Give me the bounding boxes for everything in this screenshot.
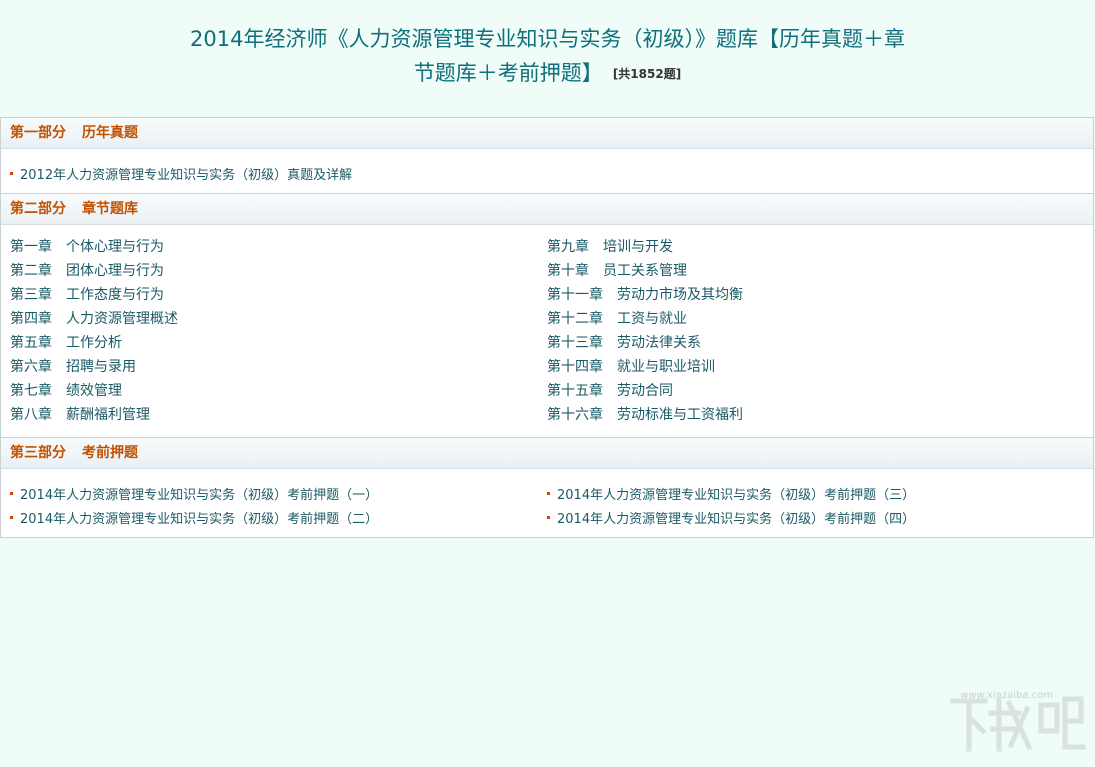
chapter-number: 第九章 [547, 239, 589, 255]
chapter-name: 工作分析 [66, 335, 122, 351]
chapter-number: 第十章 [547, 263, 589, 279]
chapter-name: 培训与开发 [603, 239, 673, 255]
section-name: 考前押题 [82, 445, 138, 461]
chapter-number: 第六章 [10, 359, 52, 375]
chapter-name: 工资与就业 [617, 311, 687, 327]
section-part-label: 第二部分 [10, 201, 66, 217]
link-label: 2014年人力资源管理专业知识与实务（初级）考前押题（三） [557, 488, 916, 503]
bullet-icon [10, 492, 13, 495]
chapter-link[interactable]: 第十六章 劳动标准与工资福利 [547, 403, 743, 427]
chapter-link[interactable]: 第十五章 劳动合同 [547, 379, 673, 403]
chapter-name: 工作态度与行为 [66, 287, 164, 303]
section-name: 历年真题 [82, 125, 138, 141]
chapter-number: 第十六章 [547, 407, 603, 423]
chapter-number: 第二章 [10, 263, 52, 279]
title-line-1: 2014年经济师《人力资源管理专业知识与实务（初级）》题库【历年真题＋章 [190, 27, 905, 51]
chapter-number: 第八章 [10, 407, 52, 423]
section-part-label: 第三部分 [10, 445, 66, 461]
chapter-link[interactable]: 第十三章 劳动法律关系 [547, 331, 701, 355]
chapter-link[interactable]: 第八章 薪酬福利管理 [10, 403, 150, 427]
chapter-link[interactable]: 第一章 个体心理与行为 [10, 235, 164, 259]
link-predicted-exam-4[interactable]: 2014年人力资源管理专业知识与实务（初级）考前押题（四） [547, 508, 915, 527]
watermark-logo-icon [950, 696, 1086, 752]
section-chapter-bank: 第二部分 章节题库 第一章 个体心理与行为 第二章 团体心理与行为 第三章 工作态度与行为第… [0, 193, 1094, 438]
chapter-number: 第十五章 [547, 383, 603, 399]
link-label: 2014年人力资源管理专业知识与实务（初级）考前押题（四） [557, 512, 916, 527]
chapter-link[interactable]: 第四章 人力资源管理概述 [10, 307, 178, 331]
chapter-link[interactable]: 第十二章 工资与就业 [547, 307, 687, 331]
chapter-name: 劳动标准与工资福利 [617, 407, 743, 423]
chapter-name: 劳动合同 [617, 383, 673, 399]
chapter-name: 劳动法律关系 [617, 335, 701, 351]
chapter-name: 劳动力市场及其均衡 [617, 287, 743, 303]
section-heading: 第三部分 考前押题 [1, 438, 1093, 469]
title-line-2-text: 节题库＋考前押题】 [413, 61, 603, 85]
chapter-number: 第五章 [10, 335, 52, 351]
chapter-name: 人力资源管理概述 [66, 311, 178, 327]
bullet-icon [547, 492, 550, 495]
link-label: 2014年人力资源管理专业知识与实务（初级）考前押题（一） [20, 488, 379, 503]
section-past-exams: 第一部分 历年真题 2012年人力资源管理专业知识与实务（初级）真题及详解 [0, 117, 1094, 194]
chapter-name: 员工关系管理 [603, 263, 687, 279]
chapter-name: 薪酬福利管理 [66, 407, 150, 423]
chapter-name: 招聘与录用 [66, 359, 136, 375]
chapter-link[interactable]: 第十章 员工关系管理 [547, 259, 687, 283]
chapter-link[interactable]: 第三章 工作态度与行为 [10, 283, 164, 307]
chapter-link[interactable]: 第七章 绩效管理 [10, 379, 122, 403]
link-label: 2012年人力资源管理专业知识与实务（初级）真题及详解 [20, 168, 353, 183]
chapter-link[interactable]: 第五章 工作分析 [10, 331, 122, 355]
section-predicted-exams: 第三部分 考前押题 2014年人力资源管理专业知识与实务（初级）考前押题（一） 2… [0, 437, 1094, 538]
page: 2014年经济师《人力资源管理专业知识与实务（初级）》题库【历年真题＋章 节题库… [0, 0, 1095, 767]
chapter-link[interactable]: 第十四章 就业与职业培训 [547, 355, 715, 379]
link-past-exam-2012[interactable]: 2012年人力资源管理专业知识与实务（初级）真题及详解 [10, 164, 352, 183]
page-title: 2014年经济师《人力资源管理专业知识与实务（初级）》题库【历年真题＋章 节题库… [0, 22, 1095, 91]
chapter-number: 第四章 [10, 311, 52, 327]
chapter-number: 第三章 [10, 287, 52, 303]
chapter-name: 绩效管理 [66, 383, 122, 399]
section-heading: 第二部分 章节题库 [1, 194, 1093, 225]
link-predicted-exam-3[interactable]: 2014年人力资源管理专业知识与实务（初级）考前押题（三） [547, 484, 915, 503]
chapter-number: 第七章 [10, 383, 52, 399]
section-heading: 第一部分 历年真题 [1, 118, 1093, 149]
chapter-number: 第十二章 [547, 311, 603, 327]
link-predicted-exam-1[interactable]: 2014年人力资源管理专业知识与实务（初级）考前押题（一） [10, 484, 378, 503]
title-line-2: 节题库＋考前押题】 [共1852题] [0, 56, 1095, 91]
bullet-icon [10, 516, 13, 519]
chapter-number: 第十一章 [547, 287, 603, 303]
chapter-number: 第十三章 [547, 335, 603, 351]
chapter-link[interactable]: 第九章 培训与开发 [547, 235, 673, 259]
link-label: 2014年人力资源管理专业知识与实务（初级）考前押题（二） [20, 512, 379, 527]
bullet-icon [10, 172, 13, 175]
chapter-number: 第一章 [10, 239, 52, 255]
question-count: [共1852题] [612, 67, 682, 81]
chapter-link[interactable]: 第二章 团体心理与行为 [10, 259, 164, 283]
chapter-link[interactable]: 第六章 招聘与录用 [10, 355, 136, 379]
chapter-link[interactable]: 第十一章 劳动力市场及其均衡 [547, 283, 743, 307]
chapter-name: 就业与职业培训 [617, 359, 715, 375]
chapter-name: 个体心理与行为 [66, 239, 164, 255]
chapter-number: 第十四章 [547, 359, 603, 375]
section-name: 章节题库 [82, 201, 138, 217]
chapter-name: 团体心理与行为 [66, 263, 164, 279]
bullet-icon [547, 516, 550, 519]
link-predicted-exam-2[interactable]: 2014年人力资源管理专业知识与实务（初级）考前押题（二） [10, 508, 378, 527]
section-part-label: 第一部分 [10, 125, 66, 141]
